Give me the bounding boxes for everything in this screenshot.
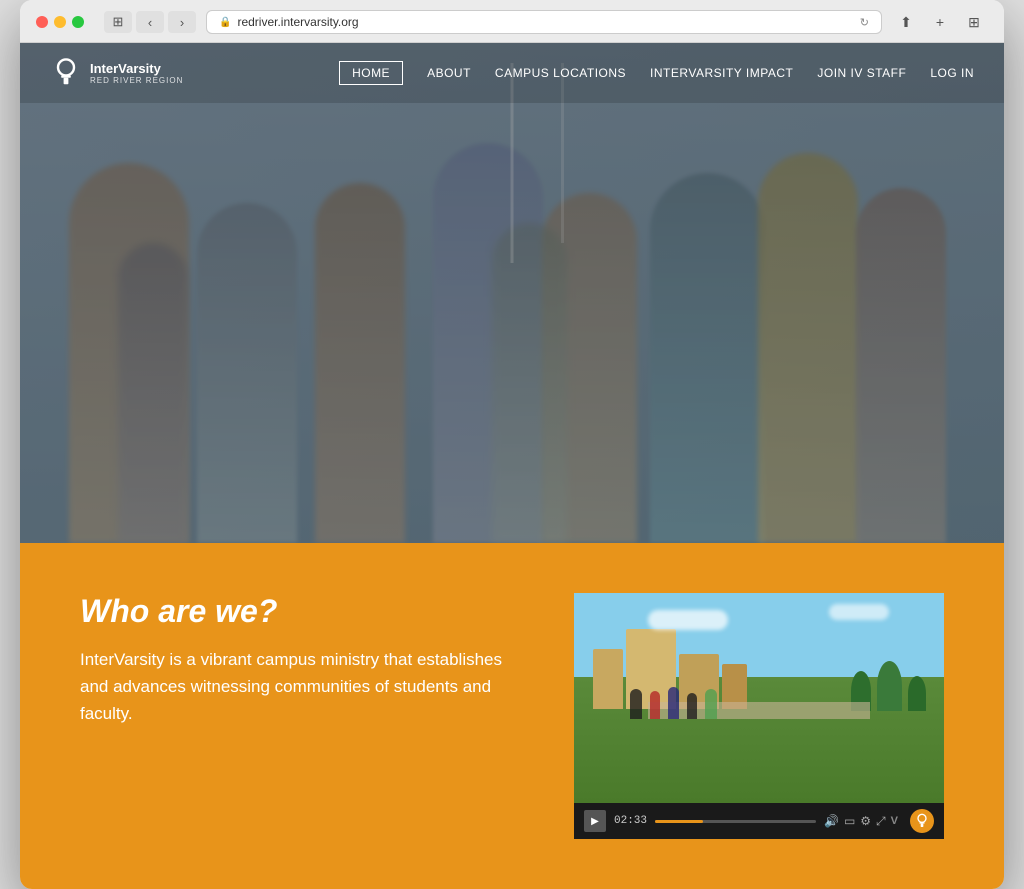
browser-controls: ⊞ ‹ › bbox=[104, 11, 196, 33]
nav-link-login[interactable]: LOG IN bbox=[930, 66, 974, 80]
lock-icon: 🔒 bbox=[219, 17, 231, 28]
nav-link-about[interactable]: ABOUT bbox=[427, 66, 471, 80]
grid-button[interactable]: ⊞ bbox=[960, 11, 988, 33]
video-cloud-2 bbox=[829, 604, 889, 620]
nav-logo-text: InterVarsity RED RIVER REGION bbox=[90, 62, 183, 85]
close-button[interactable] bbox=[36, 16, 48, 28]
hero-background bbox=[20, 43, 1004, 543]
video-player: ▶ 02:33 🔊 ▭ ⚙ ⤢ V bbox=[574, 593, 944, 839]
vimeo-icon[interactable]: V bbox=[891, 815, 898, 827]
who-body-text: InterVarsity is a vibrant campus ministr… bbox=[80, 646, 514, 728]
who-text-block: Who are we? InterVarsity is a vibrant ca… bbox=[80, 593, 514, 728]
video-progress-fill bbox=[655, 820, 703, 823]
who-heading: Who are we? bbox=[80, 593, 514, 630]
nav-logo-icon bbox=[50, 57, 82, 89]
share-button[interactable]: ⬆ bbox=[892, 11, 920, 33]
url-text: redriver.intervarsity.org bbox=[237, 15, 358, 29]
video-timestamp: 02:33 bbox=[614, 815, 647, 827]
website-content: InterVarsity RED RIVER REGION HOME ABOUT… bbox=[20, 43, 1004, 889]
minimize-button[interactable] bbox=[54, 16, 66, 28]
browser-window: ⊞ ‹ › 🔒 redriver.intervarsity.org ↻ ⬆ + … bbox=[20, 0, 1004, 889]
nav-link-join-staff[interactable]: JOIN IV STAFF bbox=[817, 66, 906, 80]
sidebar-toggle-button[interactable]: ⊞ bbox=[104, 11, 132, 33]
address-bar-area: 🔒 redriver.intervarsity.org ↻ bbox=[206, 10, 882, 34]
volume-icon[interactable]: 🔊 bbox=[824, 814, 839, 828]
nav-logo[interactable]: InterVarsity RED RIVER REGION bbox=[50, 57, 183, 89]
maximize-button[interactable] bbox=[72, 16, 84, 28]
browser-titlebar: ⊞ ‹ › 🔒 redriver.intervarsity.org ↻ ⬆ + … bbox=[20, 0, 1004, 43]
iv-logo-small bbox=[914, 813, 930, 829]
hero-section: InterVarsity RED RIVER REGION HOME ABOUT… bbox=[20, 43, 1004, 543]
settings-icon[interactable]: ⚙ bbox=[860, 814, 871, 828]
subtitles-icon[interactable]: ▭ bbox=[844, 814, 855, 828]
address-bar[interactable]: 🔒 redriver.intervarsity.org ↻ bbox=[206, 10, 882, 34]
video-cloud bbox=[648, 610, 728, 630]
video-controls[interactable]: ▶ 02:33 🔊 ▭ ⚙ ⤢ V bbox=[574, 803, 944, 839]
forward-button[interactable]: › bbox=[168, 11, 196, 33]
traffic-lights bbox=[36, 16, 84, 28]
nav-link-campus-locations[interactable]: CAMPUS LOCATIONS bbox=[495, 66, 626, 80]
site-navigation: InterVarsity RED RIVER REGION HOME ABOUT… bbox=[20, 43, 1004, 103]
video-control-icons: 🔊 ▭ ⚙ ⤢ V bbox=[824, 814, 898, 829]
back-button[interactable]: ‹ bbox=[136, 11, 164, 33]
hero-overlay bbox=[20, 43, 1004, 543]
video-walking-people bbox=[630, 687, 717, 719]
fullscreen-icon[interactable]: ⤢ bbox=[876, 814, 886, 829]
nav-links: HOME ABOUT CAMPUS LOCATIONS INTERVARSITY… bbox=[339, 61, 974, 85]
nav-link-home[interactable]: HOME bbox=[339, 61, 403, 85]
reload-icon[interactable]: ↻ bbox=[860, 16, 869, 29]
video-progress-bar[interactable] bbox=[655, 820, 816, 823]
video-thumbnail[interactable] bbox=[574, 593, 944, 803]
new-tab-button[interactable]: + bbox=[926, 11, 954, 33]
nav-link-iv-impact[interactable]: INTERVARSITY IMPACT bbox=[650, 66, 793, 80]
browser-right-controls: ⬆ + ⊞ bbox=[892, 11, 988, 33]
who-section: Who are we? InterVarsity is a vibrant ca… bbox=[20, 543, 1004, 889]
video-scene bbox=[574, 593, 944, 803]
video-iv-logo bbox=[910, 809, 934, 833]
